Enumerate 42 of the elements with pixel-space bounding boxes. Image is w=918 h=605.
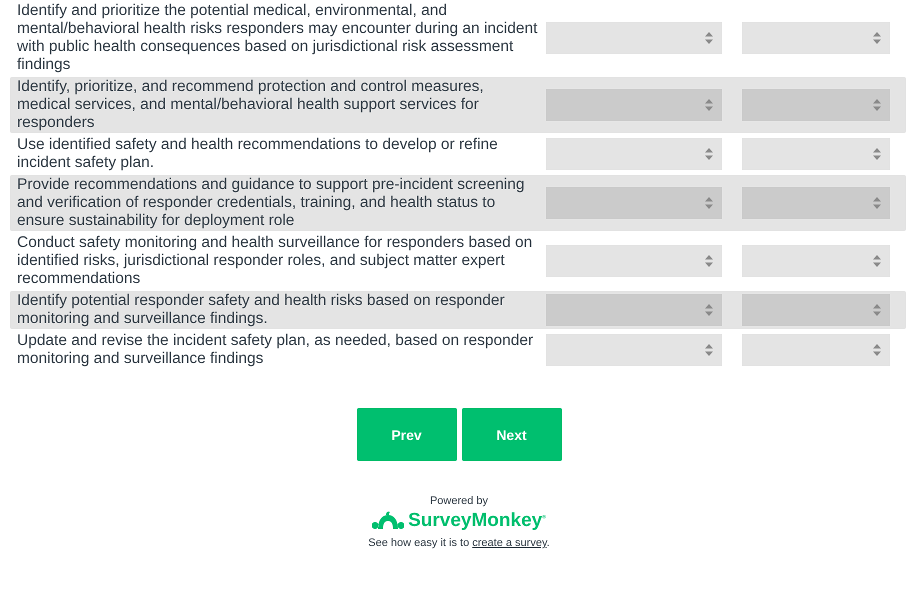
tagline-text: See how easy it is to create a survey. xyxy=(368,537,550,549)
sort-arrows-icon xyxy=(872,147,882,161)
sort-arrows-icon xyxy=(704,147,714,161)
sort-arrows-icon xyxy=(704,303,714,317)
dropdown[interactable] xyxy=(742,22,890,54)
dropdown[interactable] xyxy=(742,89,890,121)
question-text: Identify potential responder safety and health risks based on responder monitoring and surveillance findings. xyxy=(17,292,506,328)
question-text: Use identified safety and health recommendations to develop or refine incident safety plan. xyxy=(17,136,499,172)
sort-arrows-icon xyxy=(872,31,882,45)
question-text: Identify and prioritize the potential medical, environmental, and mental/behavioral health risks responders may encounter during an incident with public health consequences based on jurisdictional risk assessment findings xyxy=(17,2,538,74)
sort-arrows-icon xyxy=(872,254,882,268)
sort-arrows-icon xyxy=(704,343,714,357)
dropdown[interactable] xyxy=(546,187,722,219)
dropdown[interactable] xyxy=(546,138,722,170)
sort-arrows-icon xyxy=(872,98,882,112)
dropdown[interactable] xyxy=(742,245,890,277)
dropdown[interactable] xyxy=(546,22,722,54)
logo-icon xyxy=(372,511,404,531)
dropdown[interactable] xyxy=(742,187,890,219)
question-text: Conduct safety monitoring and health surveillance for responders based on identified risks, jurisdictional responder roles, and subject matter expert recommendations xyxy=(17,234,534,288)
next-button[interactable]: Next xyxy=(462,408,562,461)
dropdown[interactable] xyxy=(742,334,890,366)
dropdown[interactable] xyxy=(742,138,890,170)
powered-by-text: Powered by xyxy=(430,495,488,507)
dropdown[interactable] xyxy=(546,89,722,121)
sort-arrows-icon xyxy=(872,196,882,210)
dropdown[interactable] xyxy=(546,334,722,366)
dropdown[interactable] xyxy=(742,294,890,326)
question-text: Provide recommendations and guidance to support pre-incident screening and verification of responder credentials, training, and health status to ensure sustainability for deployment role xyxy=(17,176,526,230)
sort-arrows-icon xyxy=(872,343,882,357)
create-survey-link[interactable]: create a survey xyxy=(472,537,547,549)
question-text: Identify, prioritize, and recommend protection and control measures, medical services, and mental/behavioral health support services for responders xyxy=(17,78,485,132)
question-text: Update and revise the incident safety plan, as needed, based on responder monitoring and surveillance findings xyxy=(17,332,534,368)
sort-arrows-icon xyxy=(872,303,882,317)
dropdown[interactable] xyxy=(546,245,722,277)
dropdown[interactable] xyxy=(546,294,722,326)
brand-name: SurveyMonkey$^{®}$ xyxy=(408,510,546,532)
sort-arrows-icon xyxy=(704,98,714,112)
sort-arrows-icon xyxy=(704,254,714,268)
sort-arrows-icon xyxy=(704,31,714,45)
prev-button[interactable]: Prev xyxy=(356,408,456,461)
sort-arrows-icon xyxy=(704,196,714,210)
